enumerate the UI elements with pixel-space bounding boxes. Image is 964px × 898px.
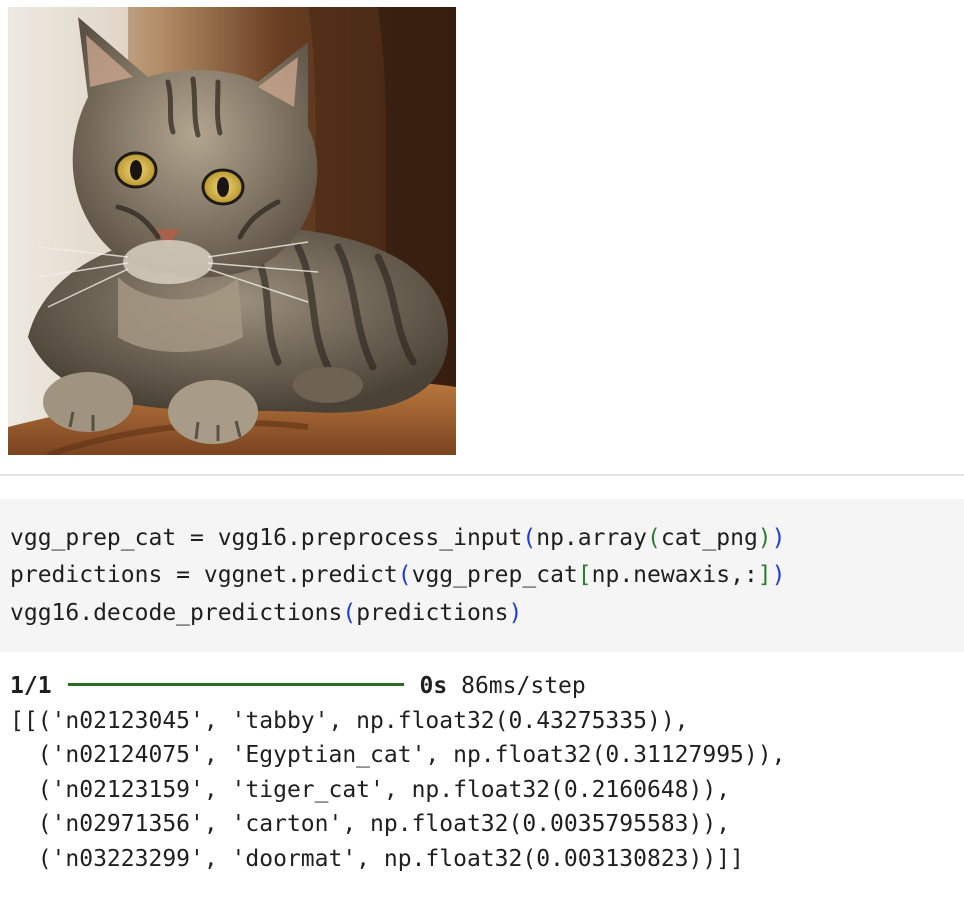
code-token: np.array xyxy=(536,525,647,551)
paren-token: ) xyxy=(757,525,772,551)
code-token: predictions xyxy=(356,600,509,626)
code-line-1: vgg_prep_cat = vgg16.preprocess_input(np… xyxy=(10,519,786,557)
output-line-5: ('n03223299', 'doormat', np.float32(0.00… xyxy=(10,846,744,872)
output-line-2: ('n02124075', 'Egyptian_cat', np.float32… xyxy=(10,742,786,768)
progress-elapsed: 0s xyxy=(419,673,448,699)
bracket-token: ] xyxy=(757,562,772,588)
output-line-3: ('n02123159', 'tiger_cat', np.float32(0.… xyxy=(10,777,731,803)
code-token: vgg_prep_cat = vgg16.preprocess_input xyxy=(10,525,523,551)
paren-token: ( xyxy=(342,600,357,626)
tabby-cat-photo xyxy=(8,7,456,455)
code-token: predictions = vggnet.predict xyxy=(10,562,398,588)
cell-separator xyxy=(0,474,964,476)
output-line-1: [[('n02123045', 'tabby', np.float32(0.43… xyxy=(10,708,689,734)
code-token: vgg_prep_cat xyxy=(411,562,578,588)
cat-image-output xyxy=(8,7,456,455)
paren-token: ( xyxy=(397,562,412,588)
progress-step-count: 1/1 xyxy=(10,673,52,699)
progress-bar xyxy=(67,683,404,686)
code-token: np.newaxis,: xyxy=(591,562,758,588)
code-token: vgg16.decode_predictions xyxy=(10,600,343,626)
paren-token: ) xyxy=(771,562,786,588)
progress-line: 1/1 0s 86ms/step xyxy=(10,669,586,703)
paren-token: ( xyxy=(647,525,661,551)
paren-token: ( xyxy=(522,525,537,551)
code-token: cat_png xyxy=(660,525,758,551)
code-line-2: predictions = vggnet.predict(vgg_prep_ca… xyxy=(10,556,786,594)
code-line-3: vgg16.decode_predictions(predictions) xyxy=(10,594,522,632)
output-line-4: ('n02971356', 'carton', np.float32(0.003… xyxy=(10,811,731,837)
paren-token: ) xyxy=(508,600,523,626)
bracket-token: [ xyxy=(577,562,592,588)
paren-token: ) xyxy=(771,525,786,551)
progress-rate: 86ms/step xyxy=(461,673,586,699)
